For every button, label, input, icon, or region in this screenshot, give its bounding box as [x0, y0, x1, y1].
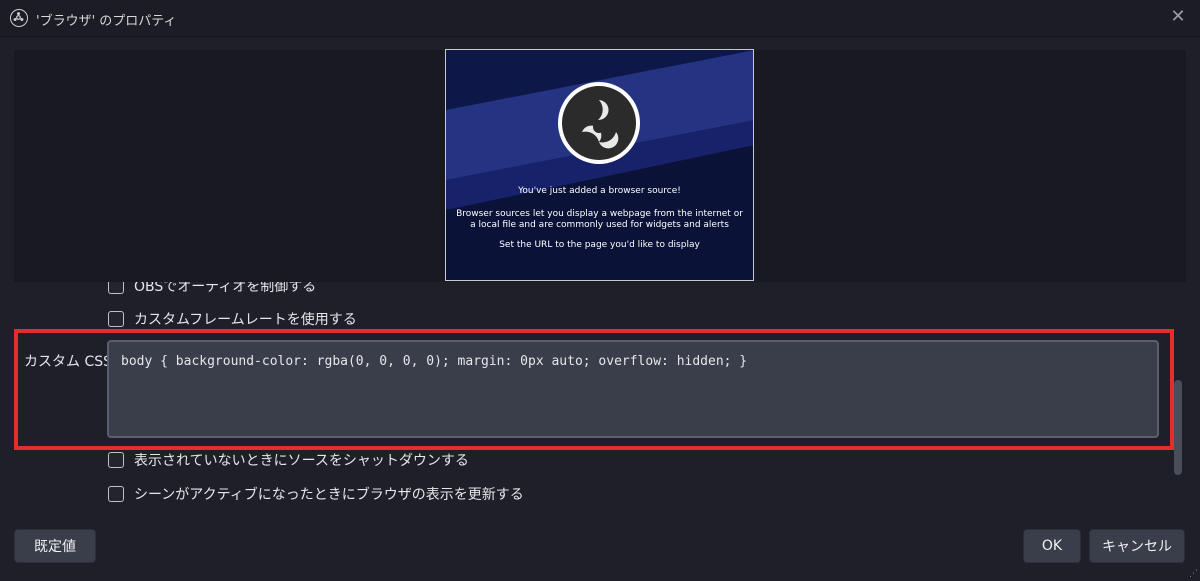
scrollbar-thumb[interactable] [1174, 380, 1182, 475]
preview-text-line: Browser sources let you display a webpag… [456, 209, 743, 219]
browser-source-preview: You've just added a browser source! Brow… [445, 49, 754, 281]
refresh-on-active-label: シーンがアクティブになったときにブラウザの表示を更新する [134, 487, 524, 503]
shutdown-when-hidden-checkbox[interactable] [108, 452, 124, 468]
preview-text-line: Set the URL to the page you'd like to di… [499, 240, 700, 250]
shutdown-when-hidden-label: 表示されていないときにソースをシャットダウンする [134, 453, 469, 469]
refresh-on-active-option[interactable]: シーンがアクティブになったときにブラウザの表示を更新する [108, 484, 524, 504]
custom-framerate-label: カスタムフレームレートを使用する [134, 312, 357, 328]
resize-grip-icon[interactable]: ⋰ [1189, 569, 1198, 579]
custom-framerate-checkbox[interactable] [108, 311, 124, 327]
defaults-button[interactable]: 既定値 [14, 529, 96, 563]
obs-logo-icon [10, 9, 28, 27]
control-audio-label: OBSでオーディオを制御する [134, 282, 317, 295]
preview-headline: You've just added a browser source! [518, 186, 681, 196]
control-audio-checkbox[interactable] [108, 282, 124, 294]
custom-framerate-option[interactable]: カスタムフレームレートを使用する [108, 309, 357, 329]
shutdown-when-hidden-option[interactable]: 表示されていないときにソースをシャットダウンする [108, 450, 469, 470]
title-bar: 'ブラウザ' のプロパティ ✕ [0, 0, 1200, 37]
control-audio-option[interactable]: OBSでオーディオを制御する [108, 282, 316, 296]
close-icon[interactable]: ✕ [1168, 6, 1188, 27]
cancel-button[interactable]: キャンセル [1089, 529, 1185, 563]
preview-text-line: a local file and are commonly used for w… [470, 220, 729, 230]
highlight-annotation [14, 329, 1174, 450]
refresh-on-active-checkbox[interactable] [108, 486, 124, 502]
obs-logo-icon [558, 82, 640, 164]
ok-button[interactable]: OK [1023, 529, 1081, 563]
window-title: 'ブラウザ' のプロパティ [36, 14, 177, 29]
